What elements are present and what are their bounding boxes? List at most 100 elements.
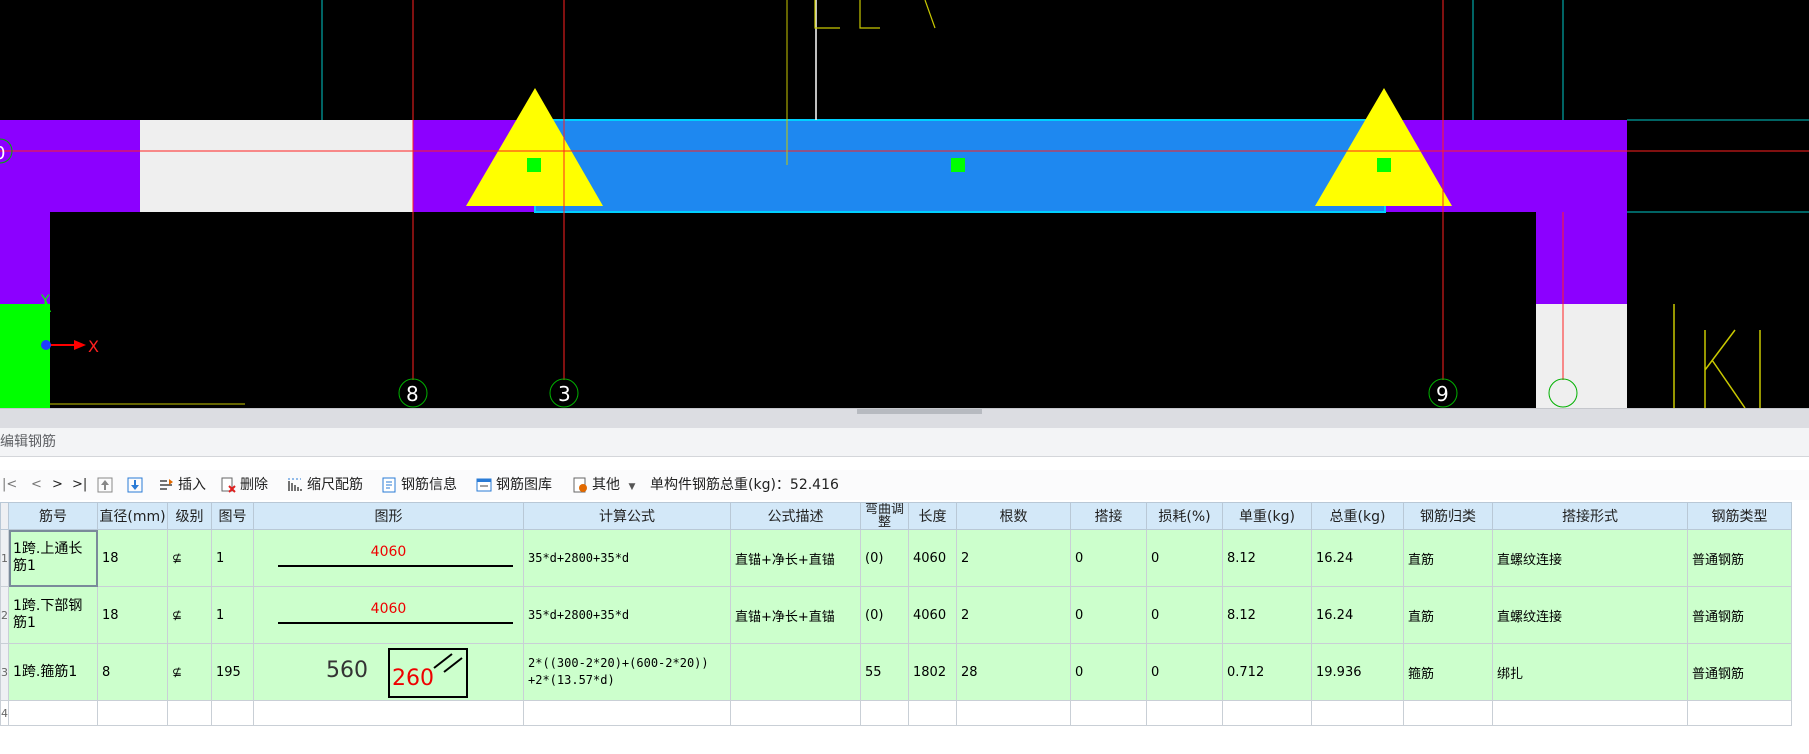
cell-formula-desc[interactable]: 直锚+净长+直锚 <box>730 586 861 644</box>
empty-cell[interactable] <box>730 700 861 726</box>
cell-count[interactable]: 2 <box>956 586 1071 644</box>
empty-cell[interactable] <box>167 700 212 726</box>
rebar-library-button[interactable]: 钢筋图库 <box>476 470 552 500</box>
col-header-category[interactable]: 钢筋归类 <box>1403 502 1493 530</box>
col-header-name[interactable]: 筋号 <box>8 502 98 530</box>
other-dropdown[interactable]: 其他 ▼ <box>572 470 635 500</box>
col-header-formula-desc[interactable]: 公式描述 <box>730 502 861 530</box>
empty-cell[interactable] <box>523 700 731 726</box>
cell-name[interactable]: 1跨.箍筋1 <box>8 643 98 701</box>
cell-lap[interactable]: 0 <box>1070 586 1147 644</box>
col-header-length[interactable]: 长度 <box>908 502 957 530</box>
cell-type[interactable]: 普通钢筋 <box>1687 529 1792 587</box>
move-down-button[interactable] <box>127 470 147 500</box>
cad-viewport[interactable]: 8 3 9 0 Y X <box>0 0 1809 408</box>
cell-name[interactable]: 1跨.上通长筋1 <box>8 529 98 587</box>
col-header-diameter[interactable]: 直径(mm) <box>97 502 168 530</box>
nav-next-button[interactable]: > <box>52 470 63 500</box>
cell-shape[interactable]: 560 260 <box>253 643 524 701</box>
cell-bend[interactable]: 55 <box>860 643 909 701</box>
cell-diameter[interactable]: 8 <box>97 643 168 701</box>
empty-cell[interactable] <box>211 700 254 726</box>
empty-cell[interactable] <box>253 700 524 726</box>
cell-formula-desc[interactable]: 直锚+净长+直锚 <box>730 529 861 587</box>
col-header-lap-type[interactable]: 搭接形式 <box>1492 502 1688 530</box>
cell-count[interactable]: 2 <box>956 529 1071 587</box>
cell-loss[interactable]: 0 <box>1146 529 1223 587</box>
cell-unit-weight[interactable]: 8.12 <box>1222 586 1312 644</box>
splitter-grip[interactable] <box>857 409 982 414</box>
empty-cell[interactable] <box>1311 700 1404 726</box>
empty-cell[interactable] <box>1222 700 1312 726</box>
cell-formula[interactable]: 35*d+2800+35*d <box>523 529 731 587</box>
cell-total-weight[interactable]: 19.936 <box>1311 643 1404 701</box>
table-row[interactable]: 1 1跨.上通长筋1 18 ⊈ 1 4060 35*d+2800+35*d 直锚… <box>0 529 1792 587</box>
rebar-info-button[interactable]: 钢筋信息 <box>381 470 457 500</box>
nav-first-button[interactable]: |< <box>2 470 17 500</box>
cell-length[interactable]: 4060 <box>908 529 957 587</box>
cell-type[interactable]: 普通钢筋 <box>1687 643 1792 701</box>
cell-lap-type[interactable]: 直螺纹连接 <box>1492 529 1688 587</box>
cell-bend[interactable]: (0) <box>860 586 909 644</box>
move-up-button[interactable] <box>97 470 117 500</box>
delete-button[interactable]: 删除 <box>220 470 268 500</box>
cell-category[interactable]: 直筋 <box>1403 529 1493 587</box>
panel-splitter[interactable] <box>0 408 1809 429</box>
col-header-shape[interactable]: 图形 <box>253 502 524 530</box>
table-row-empty[interactable]: 4 <box>0 700 1792 726</box>
col-header-count[interactable]: 根数 <box>956 502 1071 530</box>
cell-shape-no[interactable]: 195 <box>211 643 254 701</box>
cell-count[interactable]: 28 <box>956 643 1071 701</box>
cell-unit-weight[interactable]: 8.12 <box>1222 529 1312 587</box>
cell-grade[interactable]: ⊈ <box>167 529 212 587</box>
cell-loss[interactable]: 0 <box>1146 643 1223 701</box>
empty-cell[interactable] <box>956 700 1071 726</box>
cell-formula[interactable]: 2*((300-2*20)+(600-2*20)) +2*(13.57*d) <box>523 643 731 701</box>
table-row[interactable]: 2 1跨.下部钢筋1 18 ⊈ 1 4060 35*d+2800+35*d 直锚… <box>0 586 1792 644</box>
cell-lap-type[interactable]: 绑扎 <box>1492 643 1688 701</box>
cell-lap-type[interactable]: 直螺纹连接 <box>1492 586 1688 644</box>
nav-prev-button[interactable]: < <box>31 470 42 500</box>
cell-total-weight[interactable]: 16.24 <box>1311 586 1404 644</box>
col-header-type[interactable]: 钢筋类型 <box>1687 502 1792 530</box>
nav-last-button[interactable]: >| <box>72 470 87 500</box>
scale-rebar-button[interactable]: 缩尺配筋 <box>287 470 363 500</box>
cell-shape[interactable]: 4060 <box>253 586 524 644</box>
grip-mid[interactable] <box>951 158 965 172</box>
empty-cell[interactable] <box>1146 700 1223 726</box>
col-header-shape-no[interactable]: 图号 <box>211 502 254 530</box>
empty-cell[interactable] <box>1070 700 1147 726</box>
empty-cell[interactable] <box>97 700 168 726</box>
grip-left[interactable] <box>527 158 541 172</box>
empty-cell[interactable] <box>908 700 957 726</box>
cell-unit-weight[interactable]: 0.712 <box>1222 643 1312 701</box>
empty-cell[interactable] <box>1403 700 1493 726</box>
empty-cell[interactable] <box>8 700 98 726</box>
cell-length[interactable]: 1802 <box>908 643 957 701</box>
cell-shape-no[interactable]: 1 <box>211 586 254 644</box>
cell-category[interactable]: 箍筋 <box>1403 643 1493 701</box>
col-header-bend[interactable]: 弯曲调整 <box>860 502 909 530</box>
col-header-loss[interactable]: 损耗(%) <box>1146 502 1223 530</box>
col-header-formula[interactable]: 计算公式 <box>523 502 731 530</box>
col-header-lap[interactable]: 搭接 <box>1070 502 1147 530</box>
cell-category[interactable]: 直筋 <box>1403 586 1493 644</box>
cell-shape-no[interactable]: 1 <box>211 529 254 587</box>
cell-grade[interactable]: ⊈ <box>167 643 212 701</box>
empty-cell[interactable] <box>1687 700 1792 726</box>
cell-shape[interactable]: 4060 <box>253 529 524 587</box>
table-row[interactable]: 3 1跨.箍筋1 8 ⊈ 195 560 260 2*((300-2*20)+(… <box>0 643 1792 701</box>
cell-type[interactable]: 普通钢筋 <box>1687 586 1792 644</box>
cell-bend[interactable]: (0) <box>860 529 909 587</box>
cell-grade[interactable]: ⊈ <box>167 586 212 644</box>
cell-loss[interactable]: 0 <box>1146 586 1223 644</box>
col-header-grade[interactable]: 级别 <box>167 502 212 530</box>
cell-diameter[interactable]: 18 <box>97 529 168 587</box>
cell-total-weight[interactable]: 16.24 <box>1311 529 1404 587</box>
cell-formula[interactable]: 35*d+2800+35*d <box>523 586 731 644</box>
cell-length[interactable]: 4060 <box>908 586 957 644</box>
col-header-unit-weight[interactable]: 单重(kg) <box>1222 502 1312 530</box>
insert-button[interactable]: 插入 <box>158 470 206 500</box>
cell-formula-desc[interactable] <box>730 643 861 701</box>
cell-lap[interactable]: 0 <box>1070 643 1147 701</box>
